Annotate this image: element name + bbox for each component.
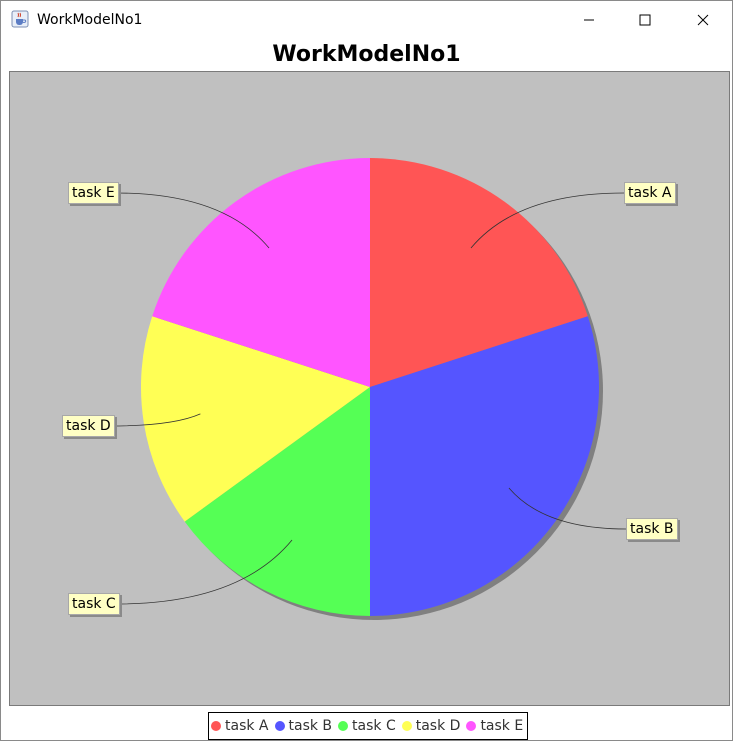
legend-label: task D — [415, 718, 461, 734]
legend: task A task B task C task D task E — [208, 712, 529, 740]
close-button[interactable] — [680, 1, 726, 39]
slice-label-task-A: task A — [624, 182, 676, 204]
chart-title: WorkModelNo1 — [272, 42, 461, 67]
maximize-button[interactable] — [622, 1, 668, 39]
legend-label: task B — [288, 718, 333, 734]
legend-item-task-E: task E — [466, 718, 523, 734]
legend-item-task-B: task B — [274, 718, 333, 734]
slice-label-task-E: task E — [68, 182, 119, 204]
plot-area: task A task B task C task D task E — [9, 71, 730, 706]
title-bar[interactable]: WorkModelNo1 — [1, 1, 732, 39]
legend-swatch — [466, 721, 477, 731]
minimize-button[interactable] — [566, 1, 612, 39]
window-title: WorkModelNo1 — [37, 12, 143, 28]
maximize-icon — [639, 11, 651, 30]
legend-item-task-A: task A — [211, 718, 269, 734]
legend-swatch — [211, 721, 221, 731]
legend-item-task-C: task C — [338, 718, 396, 734]
legend-label: task A — [225, 718, 269, 734]
legend-swatch — [338, 721, 349, 731]
legend-item-task-D: task D — [401, 718, 461, 734]
close-icon — [697, 11, 709, 30]
legend-swatch — [401, 721, 412, 731]
app-window: WorkModelNo1 WorkModelNo1 task Atask Bta… — [0, 0, 733, 741]
legend-label: task E — [480, 718, 524, 734]
slice-label-task-C: task C — [68, 593, 120, 615]
slice-label-task-B: task B — [626, 518, 678, 540]
java-cup-icon — [11, 10, 29, 28]
minimize-icon — [583, 11, 595, 30]
legend-label: task C — [352, 718, 396, 734]
slice-label-task-D: task D — [62, 415, 115, 437]
legend-swatch — [274, 721, 285, 731]
chart-panel: WorkModelNo1 task Atask Btask Ctask Dtas… — [1, 39, 732, 740]
